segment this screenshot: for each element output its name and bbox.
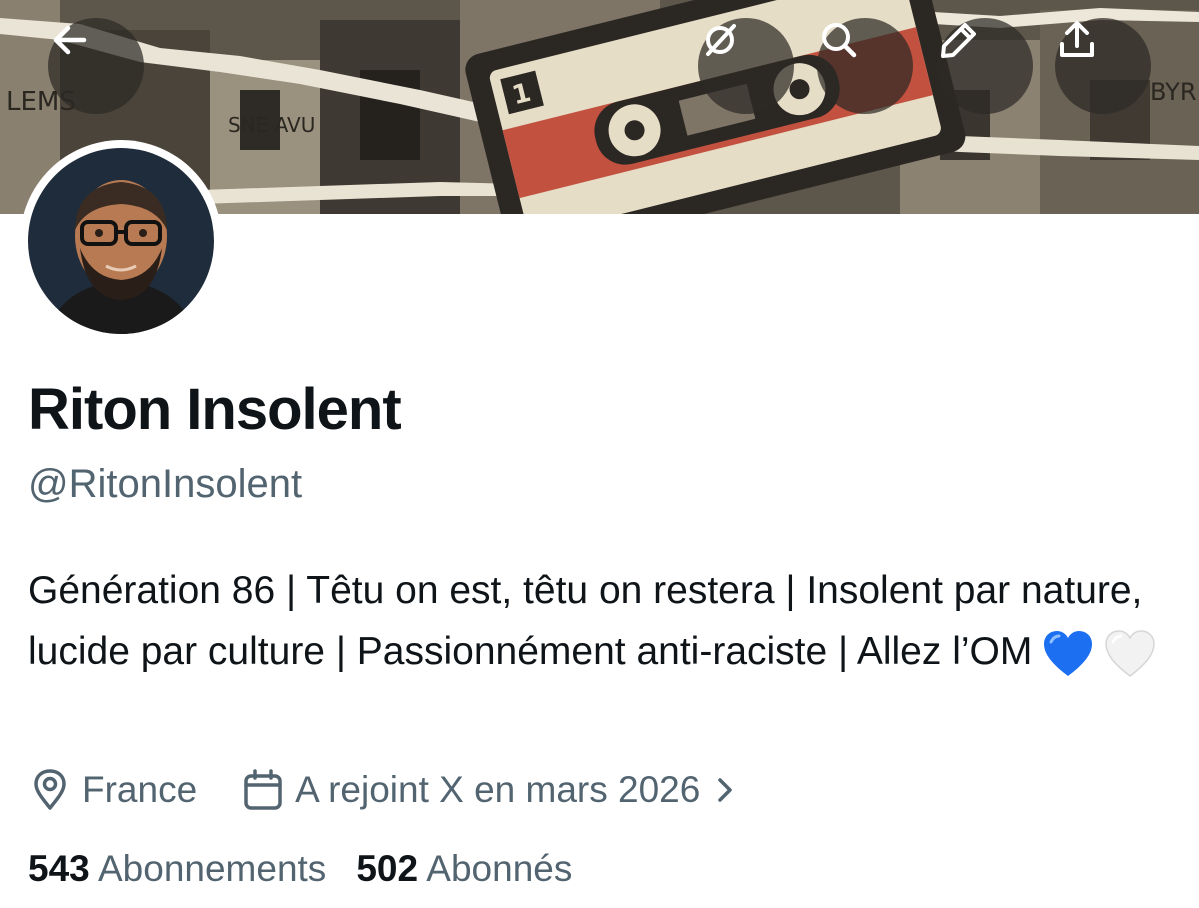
map-pin-icon — [28, 768, 72, 812]
grok-slash-icon — [706, 24, 736, 56]
arrow-left-icon — [53, 25, 87, 55]
pencil-icon — [941, 23, 976, 58]
search-icon — [822, 23, 857, 58]
followers-label: Abonnés — [426, 848, 573, 889]
search-button[interactable] — [817, 18, 913, 114]
avatar-image — [28, 148, 214, 334]
location-text: France — [82, 769, 198, 810]
back-button[interactable] — [48, 18, 144, 114]
avatar[interactable] — [20, 140, 222, 342]
joined-date-link[interactable]: A rejoint X en mars 2026 — [295, 769, 700, 811]
profile-meta: France A rejoint X en mars 2026 — [28, 764, 740, 816]
followers-count: 502 — [356, 848, 419, 889]
display-name: Riton Insolent — [28, 377, 402, 442]
bio: Génération 86 | Têtu on est, têtu on res… — [28, 560, 1178, 682]
white-heart-icon — [1104, 629, 1156, 678]
calendar-icon — [241, 768, 285, 812]
follow-stats: 543 Abonnements 502 Abonnés — [28, 848, 572, 890]
grok-button[interactable] — [698, 18, 794, 114]
bio-text: Génération 86 | Têtu on est, têtu on res… — [28, 569, 1143, 673]
handle: @RitonInsolent — [28, 462, 303, 506]
chevron-right-icon[interactable] — [710, 772, 740, 808]
following-link[interactable]: 543 Abonnements — [28, 848, 326, 889]
blue-heart-icon — [1042, 630, 1094, 678]
svg-text:SNE AVU: SNE AVU — [228, 113, 315, 137]
following-label: Abonnements — [97, 848, 327, 889]
edit-button[interactable] — [937, 18, 1033, 114]
share-upload-icon — [1060, 21, 1094, 57]
followers-link[interactable]: 502 Abonnés — [356, 848, 572, 889]
following-count: 543 — [28, 848, 90, 889]
profile-page: LEMS SNE AVU BYR 1 Riton Insolent @Riton… — [0, 0, 1199, 908]
svg-text:BYR: BYR — [1150, 78, 1197, 106]
share-button[interactable] — [1055, 18, 1151, 114]
